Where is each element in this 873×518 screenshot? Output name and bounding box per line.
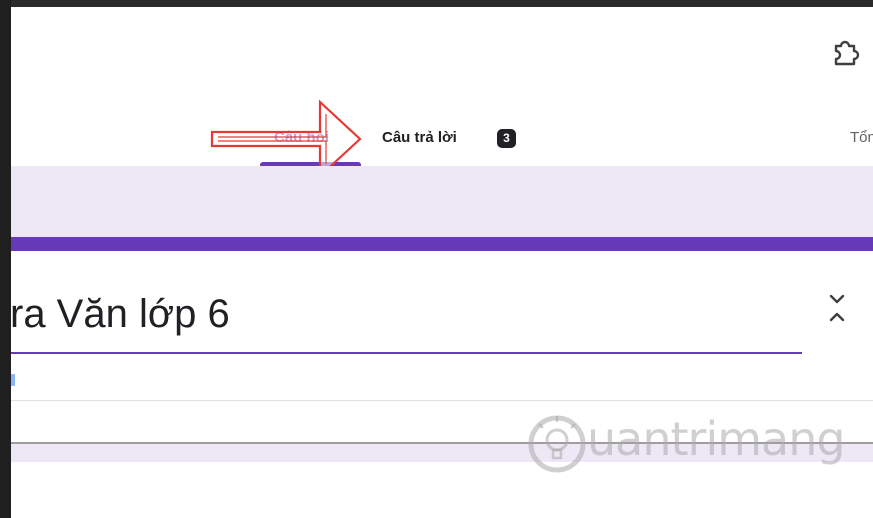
form-title[interactable]: ra Văn lớp 6 [10, 286, 230, 342]
divider [11, 400, 873, 401]
form-accent-bar [11, 237, 873, 251]
responses-count-badge: 3 [497, 129, 516, 148]
window-top-border [0, 0, 873, 7]
header-background [11, 166, 873, 237]
watermark-text: uantrimang [587, 412, 846, 466]
tab-settings[interactable]: Tổng [850, 126, 873, 150]
puzzle-piece-icon[interactable] [828, 36, 862, 70]
lightbulb-logo-icon [528, 415, 586, 473]
description-field-fragment [11, 374, 15, 386]
watermark: uantrimang [525, 410, 846, 480]
unfold-less-icon[interactable] [826, 293, 848, 323]
tab-questions[interactable]: Câu hỏi [274, 126, 329, 150]
title-field-underline [11, 352, 802, 354]
tab-responses[interactable]: Câu trả lời [382, 126, 457, 150]
window-left-border [0, 0, 11, 518]
